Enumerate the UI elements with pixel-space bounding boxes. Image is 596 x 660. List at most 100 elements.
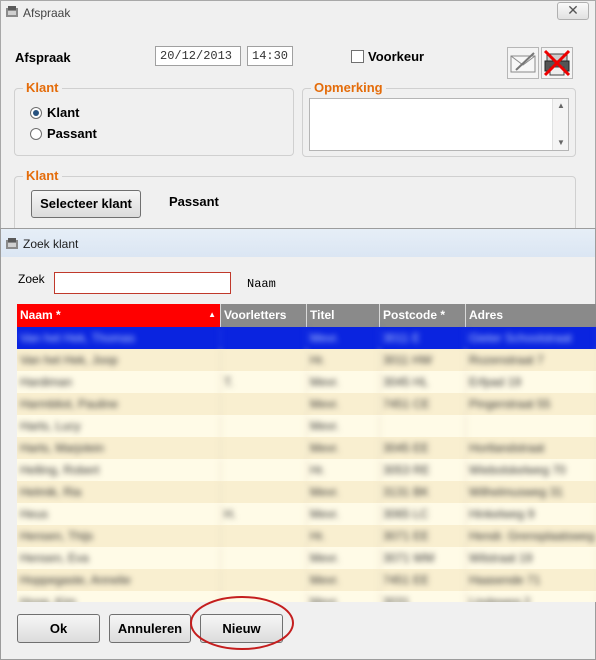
time-field[interactable]: 14:30	[247, 46, 293, 66]
radio-klant[interactable]	[30, 107, 42, 119]
highlight-annotation	[190, 596, 294, 650]
table-row[interactable]: Van het Hek, Thomas Mevr. 3011 E Gieter Sch…	[17, 327, 596, 349]
cell-adres: Hinkelweg 9	[466, 503, 596, 525]
scroll-down-icon[interactable]: ▼	[553, 136, 569, 150]
table-row[interactable]: Van het Hek, Joop Hr. 3011 HW Rozenstraat 7	[17, 349, 596, 371]
cell-naam: Van het Hek, Joop	[17, 349, 221, 371]
opmerking-group-title: Opmerking	[311, 80, 386, 95]
cell-naam: Hensen, Thijs	[17, 525, 221, 547]
voorkeur-label: Voorkeur	[368, 49, 425, 64]
cell-postcode: 3011 HW	[380, 349, 466, 371]
cell-titel: Mevr.	[307, 481, 380, 503]
cell-titel: Mevr.	[307, 393, 380, 415]
column-header-voorletters[interactable]: Voorletters	[221, 304, 307, 327]
table-row[interactable]: Helmik, Ria Mevr. 3131 BK Wilhelmusweg 31	[17, 481, 596, 503]
cell-postcode: 7451 EE	[380, 569, 466, 591]
cell-voorletters	[221, 459, 307, 481]
cell-naam: Hardiman	[17, 371, 221, 393]
ok-button[interactable]: Ok	[17, 614, 100, 643]
app-icon	[6, 238, 18, 249]
sort-ascending-icon: ▲	[208, 310, 216, 319]
radio-klant-label: Klant	[47, 105, 80, 120]
scroll-up-icon[interactable]: ▲	[553, 99, 569, 113]
selected-klant-text: Passant	[169, 194, 219, 209]
cell-voorletters	[221, 393, 307, 415]
opmerking-group: Opmerking ▲ ▼	[302, 80, 576, 157]
selecteer-klant-button[interactable]: Selecteer klant	[31, 190, 141, 218]
klant-grid[interactable]: Naam * ▲ Voorletters Titel Postcode * Ad…	[17, 304, 596, 602]
annuleren-button[interactable]: Annuleren	[109, 614, 191, 643]
table-row[interactable]: Hensen, Eva Mevr. 3071 WM Wilstraat 19	[17, 547, 596, 569]
radio-passant-label: Passant	[47, 126, 97, 141]
table-row[interactable]: Heus H. Mevr. 3065 LC Hinkelweg 9	[17, 503, 596, 525]
cell-naam: Helmik, Ria	[17, 481, 221, 503]
klant-group-title: Klant	[23, 80, 62, 95]
cell-postcode: 3053 RE	[380, 459, 466, 481]
table-row[interactable]: Harts, Lucy Mevr.	[17, 415, 596, 437]
afspraak-title: Afspraak	[23, 6, 71, 20]
table-row[interactable]: Harts, Marjolein Mevr. 3045 EE Hortlandstra…	[17, 437, 596, 459]
klant-select-group-title: Klant	[23, 168, 62, 183]
column-header-naam[interactable]: Naam * ▲	[17, 304, 221, 327]
table-row[interactable]: Hensen, Thijs Hr. 3071 EE Hendr. Grensplaat…	[17, 525, 596, 547]
table-row[interactable]: Hardiman T. Mevr. 3045 HL Erfpad 19	[17, 371, 596, 393]
close-button[interactable]: ✕	[557, 2, 589, 20]
cell-titel: Mevr.	[307, 569, 380, 591]
klant-type-group: Klant Klant Passant	[14, 80, 294, 156]
opmerking-scrollbar[interactable]: ▲ ▼	[552, 99, 568, 150]
cell-postcode: 7451 CE	[380, 393, 466, 415]
cell-adres: Haasende 71	[466, 569, 596, 591]
afspraak-label: Afspraak	[15, 50, 71, 65]
cell-postcode	[380, 415, 466, 437]
cell-titel: Hr.	[307, 349, 380, 371]
printer-disabled-icon	[543, 49, 571, 77]
radio-passant[interactable]	[30, 128, 42, 140]
cell-voorletters	[221, 415, 307, 437]
column-header-postcode[interactable]: Postcode *	[380, 304, 466, 327]
zoek-klant-dialog: Zoek klant Zoek Naam Naam * ▲ Voorletter…	[0, 228, 596, 660]
cell-voorletters	[221, 569, 307, 591]
cell-titel: Mevr.	[307, 327, 380, 349]
print-button[interactable]	[541, 47, 573, 79]
cell-postcode: 3071 EE	[380, 525, 466, 547]
date-field[interactable]: 20/12/2013	[155, 46, 241, 66]
column-header-adres[interactable]: Adres	[466, 304, 596, 327]
cell-adres: Pingerstraat 55	[466, 393, 596, 415]
table-row[interactable]: Hoppegaste, Annelie Mevr. 7451 EE Haasende …	[17, 569, 596, 591]
cell-voorletters	[221, 547, 307, 569]
table-row[interactable]: Hoog, Kim Mevr. 3031 Lindeweg 2	[17, 591, 596, 602]
search-field-hint: Naam	[247, 277, 276, 291]
opmerking-textarea[interactable]: ▲ ▼	[309, 98, 569, 151]
afspraak-titlebar: Afspraak ✕	[1, 1, 595, 25]
cell-postcode: 3071 WM	[380, 547, 466, 569]
zoek-title: Zoek klant	[23, 237, 79, 251]
cell-titel: Mevr.	[307, 415, 380, 437]
cell-adres: Rozenstraat 7	[466, 349, 596, 371]
cell-naam: Van het Hek, Thomas	[17, 327, 221, 349]
cell-postcode: 3011 E	[380, 327, 466, 349]
cell-postcode: 3031	[380, 591, 466, 602]
cell-titel: Mevr.	[307, 547, 380, 569]
table-row[interactable]: Helling, Robert Hr. 3053 RE Wiebolskelweg 7…	[17, 459, 596, 481]
cell-voorletters	[221, 349, 307, 371]
voorkeur-checkbox[interactable]	[351, 50, 364, 63]
cell-titel: Mevr.	[307, 503, 380, 525]
cell-naam: Hensen, Eva	[17, 547, 221, 569]
klant-select-group: Klant Selecteer klant Passant	[14, 168, 576, 236]
cell-voorletters	[221, 481, 307, 503]
cell-postcode: 3045 HL	[380, 371, 466, 393]
cell-voorletters	[221, 327, 307, 349]
column-label: Naam *	[20, 308, 61, 322]
cell-postcode: 3065 LC	[380, 503, 466, 525]
cell-titel: Hr.	[307, 525, 380, 547]
mail-button[interactable]	[507, 47, 539, 79]
table-row[interactable]: Harmbliot, Pauline Mevr. 7451 CE Pingerstra…	[17, 393, 596, 415]
cell-adres	[466, 415, 596, 437]
cell-naam: Heus	[17, 503, 221, 525]
afspraak-window: Afspraak ✕ Afspraak 20/12/2013 14:30 Voo…	[0, 0, 596, 236]
cell-voorletters: H.	[221, 503, 307, 525]
column-header-titel[interactable]: Titel	[307, 304, 380, 327]
cell-adres: Lindeweg 2	[466, 591, 596, 602]
search-input[interactable]	[54, 272, 231, 294]
cell-adres: Wilstraat 19	[466, 547, 596, 569]
